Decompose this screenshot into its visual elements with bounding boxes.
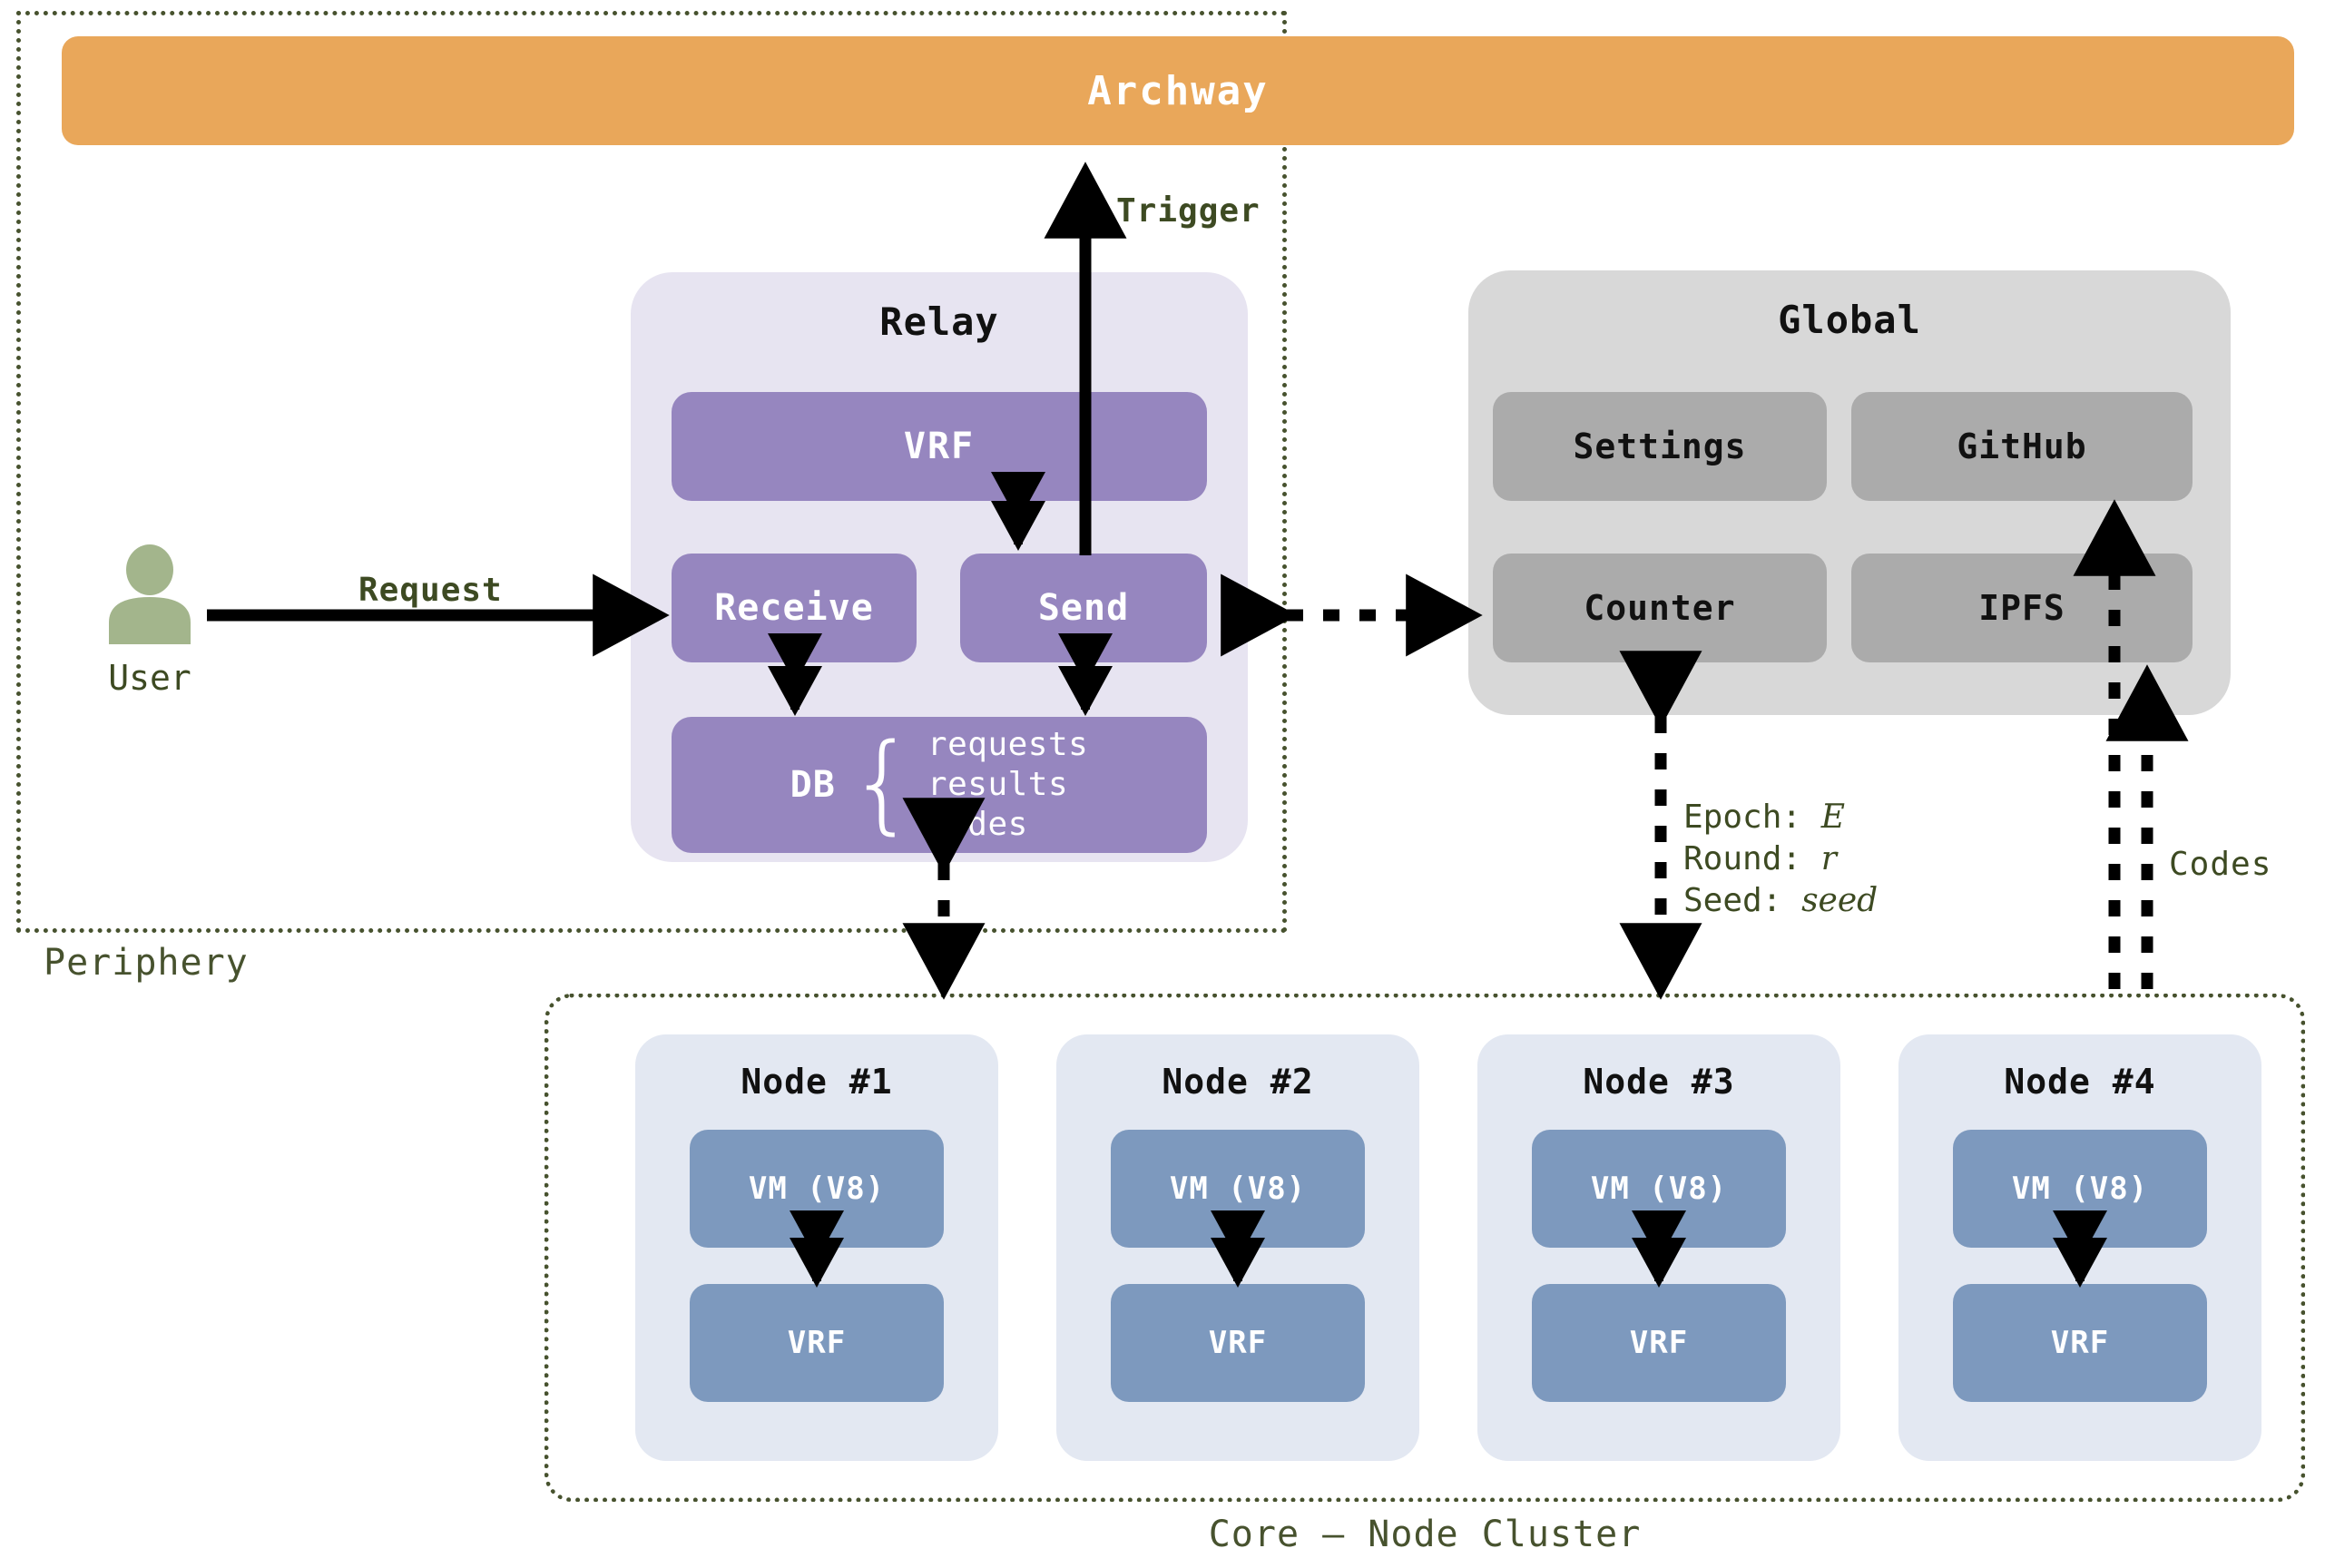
core-node-cluster-label: Core — Node Cluster [1208, 1514, 1642, 1555]
global-settings-box[interactable]: Settings [1493, 392, 1827, 501]
archway-bar[interactable]: Archway [62, 36, 2294, 145]
curly-brace-icon: { [848, 719, 917, 845]
edge-label-trigger: Trigger [1116, 192, 1261, 230]
node-2-vm-label: VM (V8) [1169, 1171, 1307, 1207]
global-settings-label: Settings [1573, 426, 1747, 466]
param-seed-key: Seed: [1683, 882, 1782, 920]
diagram-canvas: Periphery Archway Relay VRF Receive Send… [0, 0, 2325, 1568]
global-github-label: GitHub [1957, 426, 2087, 466]
node-3-vrf-label: VRF [1629, 1325, 1689, 1361]
relay-send-label: Send [1037, 587, 1130, 629]
node-3-vm-box[interactable]: VM (V8) [1532, 1130, 1786, 1248]
node-1-vrf-box[interactable]: VRF [690, 1284, 944, 1402]
node-3-vrf-box[interactable]: VRF [1532, 1284, 1786, 1402]
relay-receive-label: Receive [714, 587, 874, 629]
node-1-vm-box[interactable]: VM (V8) [690, 1130, 944, 1248]
node-3-vm-label: VM (V8) [1590, 1171, 1728, 1207]
param-round-value: r [1820, 840, 1837, 878]
relay-db-label: DB [790, 764, 836, 806]
edge-label-codes: Codes [2169, 846, 2272, 883]
node-4-vrf-box[interactable]: VRF [1953, 1284, 2207, 1402]
db-item-nodes: nodes [927, 805, 1028, 843]
global-title: Global [1778, 298, 1921, 342]
node-2-title: Node #2 [1162, 1062, 1314, 1102]
global-ipfs-box[interactable]: IPFS [1851, 554, 2193, 662]
archway-label: Archway [1087, 67, 1269, 114]
edge-label-params: Epoch: E Round: r Seed: seed [1683, 797, 1878, 922]
node-1-title: Node #1 [741, 1062, 893, 1102]
param-round: Round: r [1683, 838, 1878, 880]
global-counter-box[interactable]: Counter [1493, 554, 1827, 662]
param-round-key: Round: [1683, 840, 1802, 878]
node-1-vm-label: VM (V8) [748, 1171, 886, 1207]
db-item-results: results [927, 766, 1069, 804]
param-epoch-value: E [1820, 799, 1846, 836]
param-epoch: Epoch: E [1683, 797, 1878, 838]
relay-send-box[interactable]: Send [960, 554, 1207, 662]
relay-receive-box[interactable]: Receive [672, 554, 917, 662]
relay-vrf-label: VRF [903, 426, 976, 467]
param-epoch-key: Epoch: [1683, 799, 1802, 836]
relay-db-box[interactable]: DB { requests results nodes [672, 717, 1207, 853]
user-avatar-icon [109, 544, 191, 644]
db-item-requests: requests [927, 726, 1089, 764]
param-seed-value: seed [1801, 882, 1879, 920]
periphery-label: Periphery [44, 942, 249, 984]
node-4-vrf-label: VRF [2050, 1325, 2110, 1361]
node-4-vm-label: VM (V8) [2011, 1171, 2149, 1207]
relay-title: Relay [879, 299, 999, 344]
global-github-box[interactable]: GitHub [1851, 392, 2193, 501]
param-seed: Seed: seed [1683, 880, 1878, 922]
node-2-vm-box[interactable]: VM (V8) [1111, 1130, 1365, 1248]
global-ipfs-label: IPFS [1978, 588, 2065, 628]
node-4-vm-box[interactable]: VM (V8) [1953, 1130, 2207, 1248]
node-3-title: Node #3 [1583, 1062, 1735, 1102]
node-1-vrf-label: VRF [787, 1325, 847, 1361]
edge-label-request: Request [358, 572, 503, 609]
node-2-vrf-box[interactable]: VRF [1111, 1284, 1365, 1402]
node-4-title: Node #4 [2004, 1062, 2156, 1102]
node-2-vrf-label: VRF [1208, 1325, 1268, 1361]
relay-vrf-box[interactable]: VRF [672, 392, 1207, 501]
global-counter-label: Counter [1584, 588, 1736, 628]
user-label: User [108, 658, 191, 698]
